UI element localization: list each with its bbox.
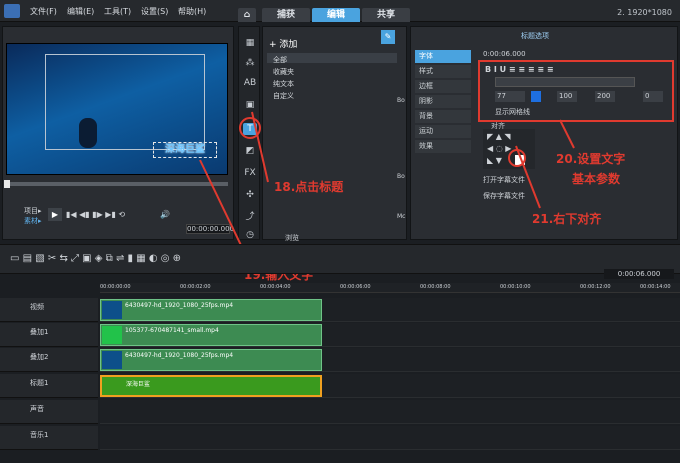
- track-name: 声音: [30, 405, 44, 413]
- timeline-timecode[interactable]: 0:00:06.000: [604, 269, 674, 279]
- track-name: 标题1: [30, 379, 49, 387]
- clip-label: 6430497-hd_1920_1080_25fps.mp4: [125, 302, 234, 309]
- ruler-tick: 00:00:12:00: [580, 284, 611, 290]
- clip-title[interactable]: 深海巨鲨: [100, 375, 322, 397]
- clip-overlay2[interactable]: 6430497-hd_1920_1080_25fps.mp4: [100, 349, 322, 371]
- track-video: 6430497-hd_1920_1080_25fps.mp4: [100, 298, 680, 322]
- track-overlay1: 105377-670487141_small.mp4: [100, 323, 680, 347]
- timeline-ruler: 00:00:00:00 00:00:02:00 00:00:04:00 00:0…: [100, 283, 680, 293]
- ruler-tick: 00:00:14:00: [640, 284, 671, 290]
- track-music: [100, 426, 680, 450]
- track-name: 叠加1: [30, 328, 49, 336]
- track-name: 音乐1: [30, 431, 49, 439]
- clip-overlay1[interactable]: 105377-670487141_small.mp4: [100, 324, 322, 346]
- track-header-video[interactable]: 视频: [0, 298, 98, 322]
- ruler-tick: 00:00:04:00: [260, 284, 291, 290]
- clip-label: 105377-670487141_small.mp4: [125, 327, 219, 334]
- track-title: 深海巨鲨: [100, 374, 680, 398]
- clip-video[interactable]: 6430497-hd_1920_1080_25fps.mp4: [100, 299, 322, 321]
- track-overlay2: 6430497-hd_1920_1080_25fps.mp4: [100, 348, 680, 372]
- clip-thumb: [102, 301, 122, 319]
- timeline-tool-icons[interactable]: ▭ ▤ ▧ ✂ ⇆ ⤢ ▣ ◈ ⧉ ⇌ ▮ ▦ ◐ ◎ ⊕: [10, 253, 181, 264]
- clip-label: 6430497-hd_1920_1080_25fps.mp4: [125, 352, 234, 359]
- ruler-tick: 00:00:02:00: [180, 284, 211, 290]
- ruler-tick: 00:00:00:00: [100, 284, 131, 290]
- clip-label: 深海巨鲨: [126, 381, 151, 388]
- ruler-tick: 00:00:10:00: [500, 284, 531, 290]
- timeline-toolbar: ▭ ▤ ▧ ✂ ⇆ ⤢ ▣ ◈ ⧉ ⇌ ▮ ▦ ◐ ◎ ⊕ 0:00:06.00…: [0, 244, 680, 279]
- track-header-overlay1[interactable]: 叠加1: [0, 323, 98, 347]
- clip-thumb: [102, 326, 122, 344]
- ruler-tick: 00:00:08:00: [420, 284, 451, 290]
- track-header-voice[interactable]: 声音: [0, 400, 98, 424]
- track-header-music[interactable]: 音乐1: [0, 426, 98, 450]
- ruler-tick: 00:00:06:00: [340, 284, 371, 290]
- track-voice: [100, 400, 680, 424]
- clip-thumb: [102, 351, 122, 369]
- track-header-overlay2[interactable]: 叠加2: [0, 348, 98, 372]
- track-header-title[interactable]: 标题1: [0, 374, 98, 398]
- track-name: 视频: [30, 303, 44, 311]
- track-name: 叠加2: [30, 353, 49, 361]
